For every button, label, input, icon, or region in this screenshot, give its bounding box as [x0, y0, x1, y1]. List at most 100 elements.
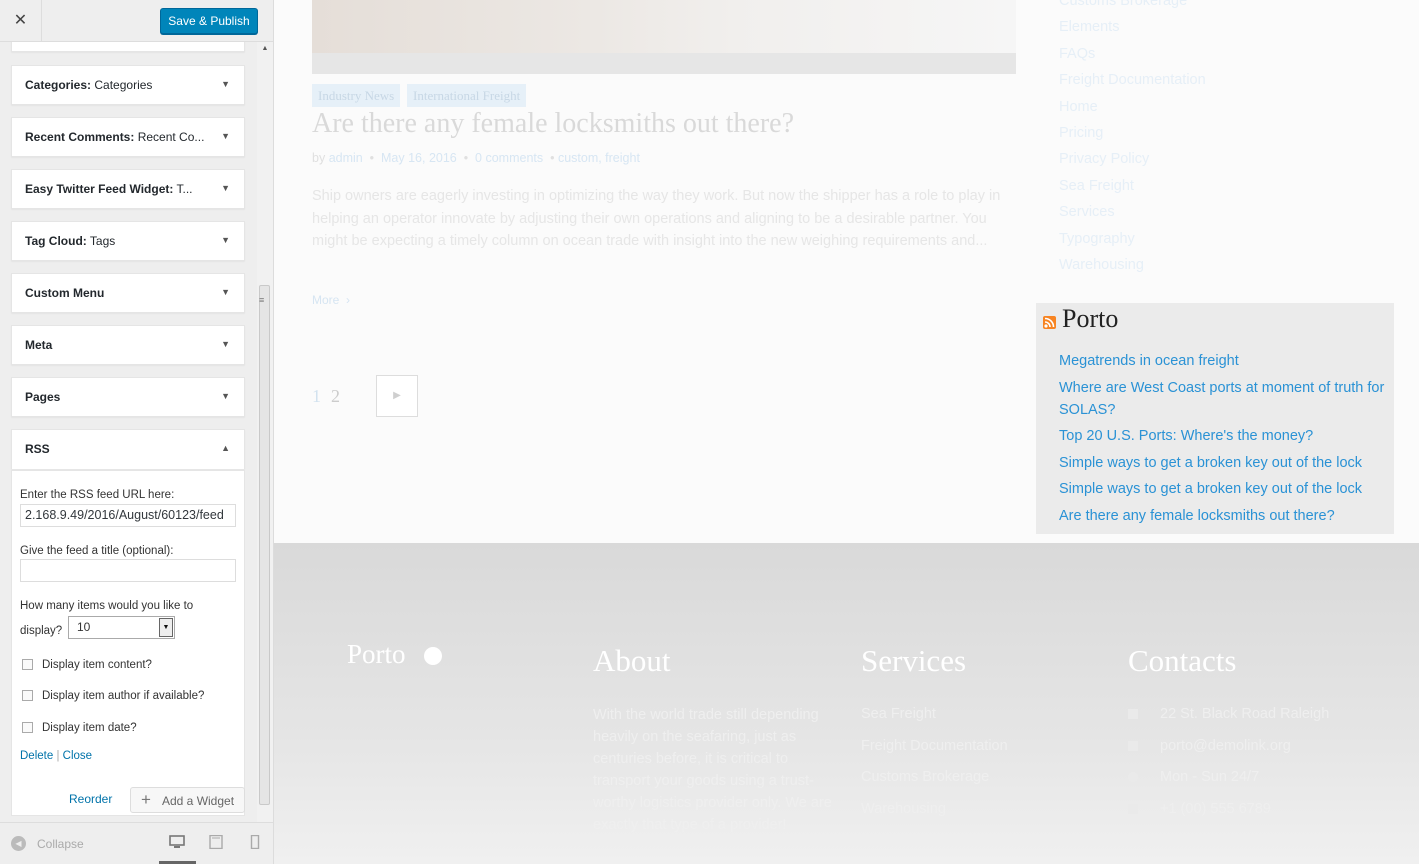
rss-item-link[interactable]: Simple ways to get a broken key out of t… [1059, 478, 1389, 500]
meta-tags[interactable]: custom, freight [558, 151, 640, 165]
meta-date[interactable]: May 16, 2016 [381, 151, 457, 165]
widget-subtitle: Recent Co... [137, 130, 205, 144]
contact-item: 22 St. Black Road Raleigh [1128, 699, 1329, 731]
close-button[interactable]: ✕ [0, 0, 42, 42]
checkbox-display-date-label: Display item date? [42, 722, 137, 734]
footer-service-link[interactable]: Customs Brokerage [861, 762, 1008, 794]
pagination-next-button[interactable]: ▶ [376, 375, 418, 417]
page-link[interactable]: Elements [1059, 14, 1206, 40]
scrollbar-thumb[interactable] [259, 285, 270, 805]
chevron-down-icon[interactable]: ▼ [221, 287, 230, 297]
widget-categories[interactable]: Categories: Categories ▼ [11, 65, 245, 105]
action-separator: | [56, 750, 60, 762]
page-link[interactable]: Privacy Policy [1059, 146, 1206, 172]
pagination-page[interactable]: 2 [331, 386, 340, 407]
delete-link[interactable]: Delete [20, 750, 53, 762]
chevron-right-icon: ▶ [393, 390, 401, 401]
rss-items-value: 10 [77, 620, 91, 634]
panel-scrollbar[interactable]: ▲ ≡ [257, 42, 273, 822]
page-link[interactable]: Sea Freight [1059, 173, 1206, 199]
collapse-icon[interactable]: ◀ [11, 836, 26, 851]
rss-item-link[interactable]: Top 20 U.S. Ports: Where's the money? [1059, 425, 1389, 447]
chevron-down-icon[interactable]: ▼ [221, 79, 230, 89]
page-link[interactable]: Home [1059, 94, 1206, 120]
phone-icon [1128, 803, 1138, 814]
tablet-preview-icon[interactable] [208, 835, 224, 849]
checkbox-display-content[interactable] [22, 659, 33, 670]
footer-service-link[interactable]: Freight Documentation [861, 731, 1008, 763]
footer-logo[interactable]: Porto [347, 639, 406, 670]
rss-items-select[interactable]: 10 ▼ [68, 616, 175, 639]
widget-recent-comments[interactable]: Recent Comments: Recent Co... ▼ [11, 117, 245, 157]
widget-partial[interactable] [11, 42, 245, 52]
page-link[interactable]: Customs Brokerage [1059, 0, 1206, 14]
footer-service-link[interactable]: Sea Freight [861, 699, 1008, 731]
reorder-link[interactable]: Reorder [69, 792, 112, 806]
widgets-panel: Categories: Categories ▼ Recent Comments… [0, 42, 257, 822]
chevron-up-icon[interactable]: ▲ [221, 443, 230, 453]
page-link[interactable]: Freight Documentation [1059, 67, 1206, 93]
site-footer: Porto About With the world trade still d… [274, 543, 1419, 864]
more-link[interactable]: More › [312, 293, 350, 307]
page-link[interactable]: Typography [1059, 226, 1206, 252]
widget-custom-menu[interactable]: Custom Menu ▼ [11, 273, 245, 313]
rss-widget-title[interactable]: Porto [1062, 304, 1118, 334]
rss-icon[interactable] [1043, 316, 1056, 329]
rss-title-input[interactable] [20, 559, 236, 582]
rss-url-input[interactable]: 2.168.9.49/2016/August/60123/feed [20, 504, 236, 527]
widget-subtitle: T... [176, 182, 193, 196]
customizer-sidebar: ✕ Save & Publish Categories: Categories … [0, 0, 274, 864]
checkbox-display-date[interactable] [22, 722, 33, 733]
contact-item: +1 (00) 555 6789 [1128, 794, 1329, 826]
post-title[interactable]: Are there any female locksmiths out ther… [312, 108, 794, 140]
clock-icon [1128, 772, 1138, 783]
chevron-down-icon[interactable]: ▼ [221, 391, 230, 401]
chevron-down-icon[interactable]: ▼ [221, 235, 230, 245]
rss-item-link[interactable]: Megatrends in ocean freight [1059, 350, 1389, 372]
scroll-up-icon[interactable]: ▲ [257, 42, 273, 56]
rss-item-link[interactable]: Simple ways to get a broken key out of t… [1059, 452, 1389, 474]
save-publish-button[interactable]: Save & Publish [160, 8, 258, 34]
widget-title: Easy Twitter Feed Widget: [25, 182, 174, 196]
chevron-down-icon[interactable]: ▼ [221, 339, 230, 349]
rss-feed-widget: Porto Megatrends in ocean freight Where … [1036, 303, 1394, 534]
desktop-preview-icon[interactable] [169, 835, 185, 849]
widget-title: Meta [25, 338, 53, 352]
close-link[interactable]: Close [63, 750, 92, 762]
footer-service-link[interactable]: Warehousing [861, 794, 1008, 826]
rss-item-link[interactable]: Are there any female locksmiths out ther… [1059, 505, 1389, 527]
contact-item: Mon - Sun 24/7 [1128, 762, 1329, 794]
add-widget-button[interactable]: + Add a Widget [130, 787, 245, 813]
footer-contacts-heading: Contacts [1128, 643, 1237, 678]
rss-item-link[interactable]: Where are West Coast ports at moment of … [1059, 377, 1389, 421]
post-featured-image[interactable] [312, 0, 1016, 74]
chevron-down-icon[interactable]: ▼ [221, 131, 230, 141]
meta-comments[interactable]: 0 comments [475, 151, 543, 165]
category-tag[interactable]: International Freight [407, 84, 527, 107]
rss-widget-form: Enter the RSS feed URL here: 2.168.9.49/… [11, 470, 245, 816]
mobile-preview-icon[interactable] [247, 835, 263, 849]
chevron-down-icon[interactable]: ▼ [221, 183, 230, 193]
page-link[interactable]: FAQs [1059, 41, 1206, 67]
page-link[interactable]: Pricing [1059, 120, 1206, 146]
close-icon: ✕ [13, 12, 28, 29]
widget-pages[interactable]: Pages ▼ [11, 377, 245, 417]
meta-author[interactable]: admin [329, 151, 363, 165]
pagination-page[interactable]: 1 [312, 386, 321, 407]
rss-widget-actions: Delete | Close [20, 750, 92, 762]
page-link[interactable]: Services [1059, 199, 1206, 225]
chevron-down-icon[interactable]: ▼ [159, 618, 173, 637]
category-tag[interactable]: Industry News [312, 84, 401, 107]
page-link[interactable]: Warehousing [1059, 252, 1206, 278]
checkbox-display-author[interactable] [22, 690, 33, 701]
widget-tag-cloud[interactable]: Tag Cloud: Tags ▼ [11, 221, 245, 261]
widget-subtitle: Categories [94, 78, 153, 92]
checkbox-display-author-label: Display item author if available? [42, 690, 205, 702]
widget-meta[interactable]: Meta ▼ [11, 325, 245, 365]
widget-twitter-feed[interactable]: Easy Twitter Feed Widget: T... ▼ [11, 169, 245, 209]
contact-email[interactable]: porto@demolink.org [1160, 738, 1291, 754]
widget-rss[interactable]: RSS ▲ [11, 429, 245, 469]
collapse-button[interactable]: Collapse [37, 837, 84, 851]
contact-phone[interactable]: +1 (00) 555 6789 [1160, 801, 1271, 817]
home-icon [1128, 709, 1138, 720]
